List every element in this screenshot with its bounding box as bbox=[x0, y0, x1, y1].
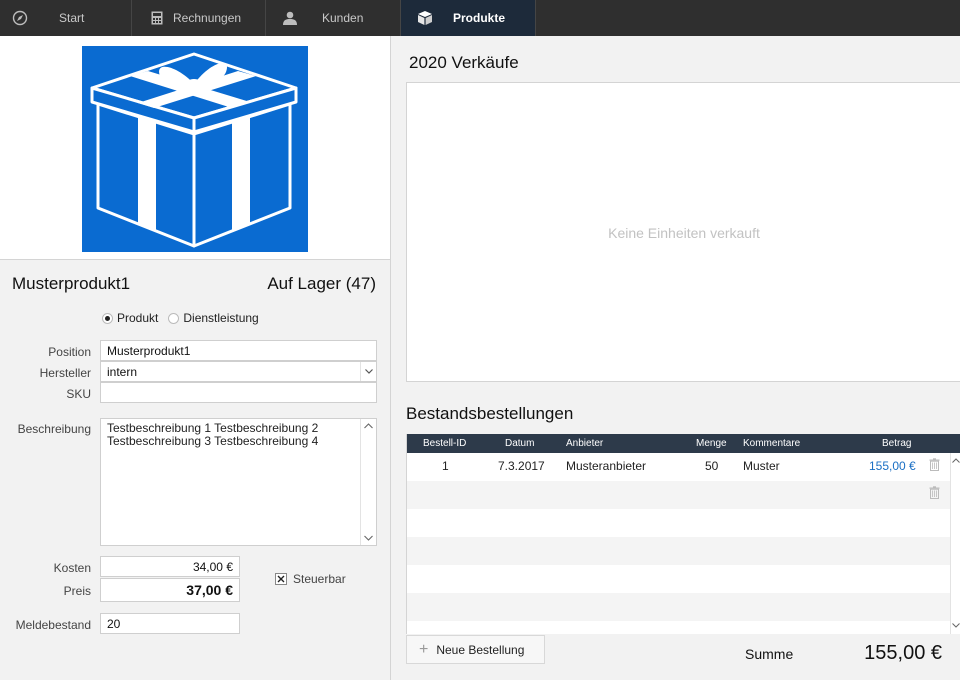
new-order-label: Neue Bestellung bbox=[436, 642, 525, 657]
sales-chart: Keine Einheiten verkauft bbox=[406, 82, 960, 382]
col-datum[interactable]: Datum bbox=[505, 438, 534, 449]
tab-produkte[interactable]: Produkte bbox=[401, 0, 536, 36]
tab-produkte-label: Produkte bbox=[453, 11, 506, 25]
product-image-area bbox=[0, 36, 390, 260]
cell-bestell-id: 1 bbox=[442, 459, 449, 473]
table-row-empty bbox=[407, 593, 950, 621]
col-anbieter[interactable]: Anbieter bbox=[566, 438, 603, 449]
orders-table: Bestell-ID Datum Anbieter Menge Kommenta… bbox=[406, 434, 960, 634]
table-row-empty bbox=[407, 509, 950, 537]
cell-menge: 50 bbox=[705, 459, 719, 473]
sku-input[interactable] bbox=[100, 382, 377, 403]
col-bestell-id[interactable]: Bestell-ID bbox=[423, 438, 466, 449]
radio-produkt-label: Produkt bbox=[117, 311, 159, 325]
product-detail-panel: Musterprodukt1 Auf Lager (47) Produkt Di… bbox=[0, 36, 391, 680]
new-order-button[interactable]: + Neue Bestellung bbox=[406, 635, 545, 664]
product-image[interactable] bbox=[82, 46, 308, 252]
product-type-selector: Produkt Dienstleistung bbox=[102, 311, 269, 325]
hersteller-label: Hersteller bbox=[39, 366, 91, 380]
trash-icon[interactable] bbox=[929, 458, 940, 474]
orders-title: Bestandsbestellungen bbox=[406, 404, 574, 423]
kosten-input[interactable]: 34,00 € bbox=[100, 556, 240, 577]
cell-betrag[interactable]: 155,00 € bbox=[869, 459, 916, 473]
steuerbar-checkbox[interactable] bbox=[275, 573, 287, 585]
chevron-down-icon[interactable] bbox=[952, 623, 960, 628]
cell-datum: 7.3.2017 bbox=[498, 459, 545, 473]
box-icon bbox=[417, 10, 433, 26]
top-navigation: Start Rechnungen Kunden Produkte bbox=[0, 0, 960, 36]
product-name: Musterprodukt1 bbox=[12, 274, 131, 293]
orders-table-header: Bestell-ID Datum Anbieter Menge Kommenta… bbox=[407, 434, 960, 453]
x-mark-icon bbox=[277, 575, 285, 583]
cell-kommentare: Muster bbox=[743, 459, 780, 473]
kosten-label: Kosten bbox=[53, 561, 91, 575]
tab-rechnungen-label: Rechnungen bbox=[173, 11, 242, 25]
trash-icon[interactable] bbox=[929, 486, 940, 502]
beschreibung-line-2: Testbeschreibung 3 Testbeschreibung 4 bbox=[107, 434, 319, 448]
calculator-icon bbox=[149, 10, 165, 26]
radio-dienstleistung[interactable] bbox=[168, 312, 180, 324]
chevron-up-icon[interactable] bbox=[952, 458, 960, 463]
steuerbar-checkbox-row: Steuerbar bbox=[275, 572, 346, 586]
sku-label: SKU bbox=[66, 387, 91, 401]
sales-empty-message: Keine Einheiten verkauft bbox=[608, 225, 760, 241]
tab-kunden-label: Kunden bbox=[322, 11, 364, 25]
hersteller-value: intern bbox=[107, 365, 138, 379]
gift-box-icon bbox=[90, 52, 298, 248]
compass-icon bbox=[12, 10, 28, 26]
steuerbar-label: Steuerbar bbox=[293, 572, 346, 586]
col-betrag[interactable]: Betrag bbox=[882, 438, 911, 449]
plus-icon: + bbox=[419, 640, 429, 658]
beschreibung-textarea[interactable]: Testbeschreibung 1 Testbeschreibung 2 Te… bbox=[100, 418, 377, 546]
table-row-empty bbox=[407, 537, 950, 565]
col-menge[interactable]: Menge bbox=[696, 438, 727, 449]
table-scrollbar[interactable] bbox=[950, 453, 960, 634]
meldebestand-input[interactable]: 20 bbox=[100, 613, 240, 634]
preis-input[interactable]: 37,00 € bbox=[100, 578, 240, 602]
tab-start[interactable]: Start bbox=[0, 0, 132, 36]
radio-produkt[interactable] bbox=[102, 312, 113, 324]
chevron-up-icon[interactable] bbox=[364, 423, 373, 429]
beschreibung-label: Beschreibung bbox=[17, 422, 91, 436]
radio-dienstleistung-label: Dienstleistung bbox=[183, 311, 259, 325]
sales-title: 2020 Verkäufe bbox=[409, 53, 519, 72]
textarea-scrollbar[interactable] bbox=[360, 419, 376, 545]
tab-kunden[interactable]: Kunden bbox=[266, 0, 401, 36]
person-icon bbox=[282, 10, 298, 26]
tab-rechnungen[interactable]: Rechnungen bbox=[132, 0, 266, 36]
tab-start-label: Start bbox=[59, 11, 85, 25]
col-kommentare[interactable]: Kommentare bbox=[743, 438, 800, 449]
chevron-down-icon[interactable] bbox=[364, 535, 373, 541]
table-row-empty bbox=[407, 565, 950, 593]
cell-anbieter: Musteranbieter bbox=[566, 459, 647, 473]
meldebestand-label: Meldebestand bbox=[15, 618, 91, 632]
stock-status: Auf Lager (47) bbox=[267, 274, 376, 293]
position-label: Position bbox=[48, 345, 91, 359]
hersteller-select[interactable]: intern bbox=[100, 361, 377, 382]
table-row[interactable]: 1 7.3.2017 Musteranbieter 50 Muster 155,… bbox=[407, 453, 950, 481]
chevron-down-icon[interactable] bbox=[360, 362, 376, 381]
table-row-empty bbox=[407, 481, 950, 509]
preis-label: Preis bbox=[63, 584, 91, 598]
sum-label: Summe bbox=[745, 646, 794, 662]
position-input[interactable]: Musterprodukt1 bbox=[100, 340, 377, 361]
sum-value: 155,00 € bbox=[864, 642, 942, 664]
